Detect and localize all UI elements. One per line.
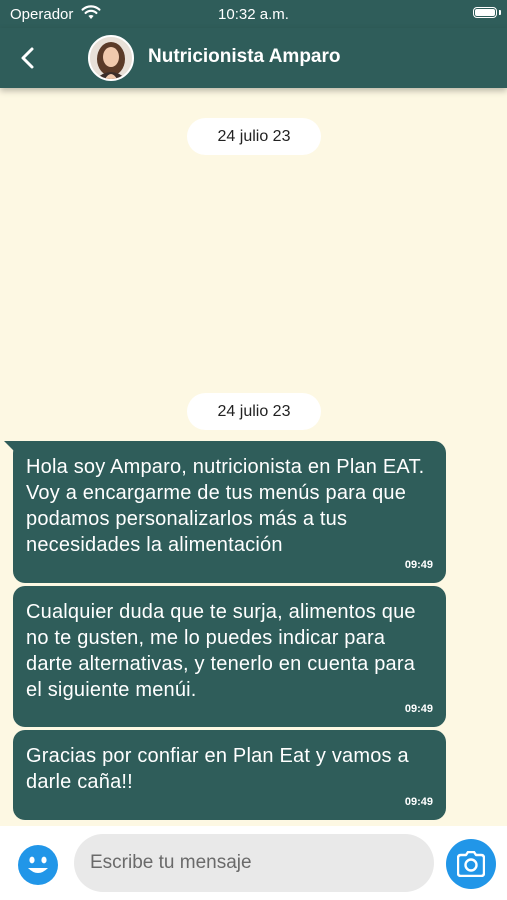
message-bubble[interactable]: Cualquier duda que te surja, alimentos q…: [13, 586, 446, 727]
chat-header: Nutricionista Amparo: [0, 28, 507, 88]
back-button[interactable]: [14, 42, 44, 74]
message-time: 09:49: [404, 703, 433, 715]
camera-icon: [457, 851, 485, 877]
emoji-button[interactable]: [17, 844, 59, 886]
contact-name[interactable]: Nutricionista Amparo: [148, 46, 341, 68]
message-bubble[interactable]: Hola soy Amparo, nutricionista en Plan E…: [13, 441, 446, 583]
status-bar: Operador 10:32 a.m.: [0, 0, 507, 28]
message-input[interactable]: [74, 834, 434, 892]
camera-button[interactable]: [446, 839, 496, 889]
chevron-left-icon: [21, 47, 34, 69]
date-separator: 24 julio 23: [187, 118, 321, 155]
date-separator: 24 julio 23: [187, 393, 321, 430]
avatar-image: [90, 37, 132, 79]
emoji-icon: [18, 845, 58, 885]
status-time: 10:32 a.m.: [218, 6, 289, 23]
message-composer: [0, 826, 507, 900]
message-time: 09:49: [404, 559, 433, 571]
message-time: 09:49: [404, 796, 433, 808]
message-text: Cualquier duda que te surja, alimentos q…: [26, 601, 416, 701]
message-bubble[interactable]: Gracias por confiar en Plan Eat y vamos …: [13, 730, 446, 820]
avatar[interactable]: [88, 35, 134, 81]
battery-icon: [473, 7, 497, 18]
message-text: Gracias por confiar en Plan Eat y vamos …: [26, 745, 409, 793]
message-text: Hola soy Amparo, nutricionista en Plan E…: [26, 456, 425, 556]
